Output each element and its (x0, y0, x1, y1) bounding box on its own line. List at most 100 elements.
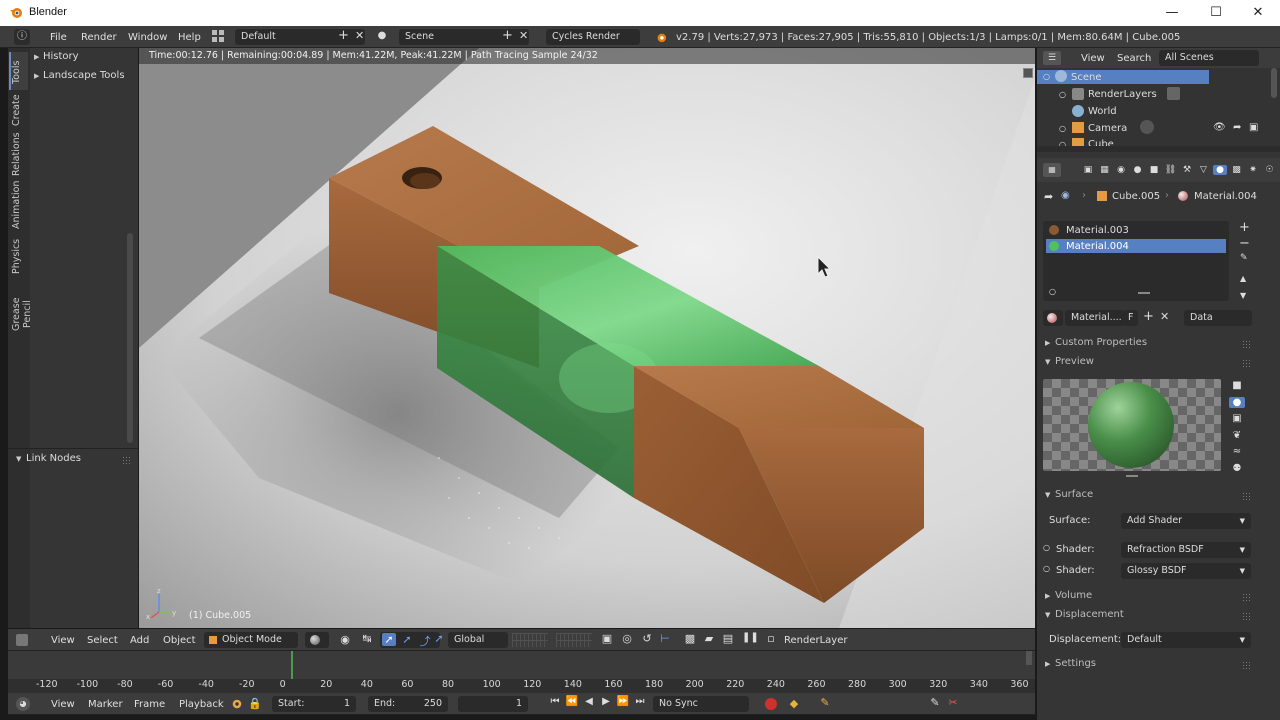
tab-modifiers-icon[interactable]: ⚒ (1180, 165, 1194, 175)
shader2-select[interactable]: Glossy BSDF ▼ (1121, 563, 1251, 579)
layer-buttons-a[interactable] (512, 633, 548, 647)
preview-monkey-icon[interactable]: ❦ (1229, 430, 1245, 441)
jump-end-icon[interactable]: ⏭ (633, 696, 647, 707)
settings-panel[interactable]: Settings (1055, 658, 1096, 669)
tab-material-icon[interactable]: ● (1213, 165, 1227, 175)
preview-sphere-icon[interactable]: ● (1229, 396, 1245, 408)
panel-grip-icon[interactable] (122, 456, 132, 464)
tab-constraints-icon[interactable]: ⛓ (1164, 165, 1178, 175)
breadcrumb-material[interactable]: Material.004 (1194, 191, 1257, 202)
remove-layout-icon[interactable]: ✕ (355, 30, 364, 42)
outliner-item-world[interactable]: World (1088, 106, 1117, 117)
add-scene-icon[interactable]: + (502, 29, 513, 42)
displacement-select[interactable]: Default ▼ (1121, 632, 1251, 648)
material-slot-003[interactable]: Material.003 (1066, 225, 1129, 236)
volume-grip-icon[interactable] (1242, 593, 1252, 601)
tab-world-icon[interactable]: ● (1131, 165, 1145, 175)
preview-panel[interactable]: Preview (1055, 356, 1094, 367)
add-slot-icon[interactable]: + (1239, 220, 1250, 235)
menu-help[interactable]: Help (178, 32, 201, 43)
timeline-menu-view[interactable]: View (51, 699, 75, 710)
menu-view[interactable]: View (51, 635, 75, 646)
landscape-expand-icon[interactable]: ▶ (34, 72, 39, 80)
pivot-icon[interactable]: ◉ (338, 633, 352, 646)
custom-props-expand-icon[interactable]: ▶ (1045, 339, 1050, 347)
tab-object-icon[interactable]: ■ (1147, 165, 1161, 175)
proportional-edit-icon[interactable]: ◎ (620, 632, 634, 645)
shading-select[interactable] (305, 632, 329, 648)
remove-slot-icon[interactable]: − (1239, 236, 1250, 251)
preview-expand-icon[interactable]: ▼ (1045, 358, 1050, 366)
displacement-panel[interactable]: Displacement (1055, 609, 1124, 620)
maximize-icon[interactable]: ☐ (1194, 0, 1238, 26)
camera-expand-icon[interactable]: ○ (1059, 124, 1066, 133)
start-frame-field[interactable]: Start: 1 (272, 696, 356, 712)
render-layer-label[interactable]: RenderLayer (784, 635, 847, 646)
preview-grip-icon[interactable] (1242, 359, 1252, 367)
slot-resize-handle[interactable] (1138, 292, 1150, 294)
slot-move-up-icon[interactable]: ▲ (1240, 274, 1246, 283)
menu-select[interactable]: Select (87, 635, 118, 646)
properties-editor-icon[interactable]: ▦ (1043, 163, 1061, 177)
mode-select[interactable]: Object Mode (204, 632, 298, 648)
preview-sphere-world-icon[interactable]: ⚉ (1229, 463, 1245, 474)
displacement-expand-icon[interactable]: ▼ (1045, 611, 1050, 619)
menu-file[interactable]: File (50, 32, 67, 43)
link-nodes-panel[interactable]: Link Nodes (26, 453, 81, 464)
viewport-3d[interactable]: Time:00:12.76 | Remaining:00:04.89 | Mem… (139, 48, 1035, 628)
keying-icon[interactable]: ✎ (818, 696, 832, 709)
breadcrumb-object[interactable]: Cube.005 (1112, 191, 1160, 202)
layer-buttons-b[interactable] (556, 633, 592, 647)
volume-expand-icon[interactable]: ▶ (1045, 592, 1050, 600)
keyframe-icon[interactable]: ◆ (788, 697, 800, 710)
timeline-editor-icon[interactable]: ◕ (16, 697, 30, 711)
remove-scene-icon[interactable]: ✕ (519, 30, 528, 42)
jump-start-icon[interactable]: ⏮ (548, 696, 562, 707)
unlink-material-icon[interactable]: ✕ (1160, 310, 1169, 323)
tool-shelf-scrollbar[interactable] (127, 233, 133, 443)
record-icon[interactable] (765, 698, 777, 710)
viewport-corner-icon[interactable] (1023, 68, 1033, 78)
end-frame-field[interactable]: End: 250 (368, 696, 448, 712)
tab-tools[interactable]: Tools (11, 56, 27, 88)
material-browse-icon[interactable] (1043, 310, 1063, 326)
play-reverse-icon[interactable]: ◀ (582, 696, 596, 707)
current-frame-field[interactable]: 1 (458, 696, 528, 712)
shader1-socket-icon[interactable]: ○ (1043, 543, 1050, 552)
menu-object[interactable]: Object (163, 635, 196, 646)
info-editor-icon[interactable]: ⓘ (14, 29, 30, 45)
minimize-icon[interactable]: — (1150, 0, 1194, 26)
snap-icon[interactable]: ↺ (640, 632, 654, 645)
layer-lock-icon[interactable]: ▣ (600, 632, 614, 645)
scale-icon[interactable]: ➚ (432, 632, 446, 645)
screen-layout-icon[interactable] (212, 30, 224, 42)
render-layer-icon[interactable]: ▫ (764, 632, 778, 645)
tab-create[interactable]: Create (11, 92, 27, 128)
scene-icon[interactable]: ● (375, 30, 389, 41)
outliner-scrollbar[interactable] (1271, 68, 1277, 98)
tab-animation[interactable]: Animation (11, 180, 27, 230)
translate-icon[interactable]: ➚ (382, 633, 396, 646)
material-name-field[interactable]: Material.... (1065, 310, 1125, 326)
timeline-menu-marker[interactable]: Marker (88, 699, 123, 710)
timeline-menu-playback[interactable]: Playback (179, 699, 224, 710)
material-slot-004[interactable]: Material.004 (1066, 241, 1129, 252)
fake-user-toggle[interactable]: F (1124, 310, 1138, 326)
surface-panel[interactable]: Surface (1055, 489, 1093, 500)
timeline-scroll-icon[interactable] (1026, 651, 1032, 665)
lock-icon[interactable]: 🔒 (248, 697, 262, 710)
delete-key-icon[interactable]: ✂ (946, 696, 960, 709)
outliner-item-camera[interactable]: Camera (1088, 123, 1127, 134)
preview-plane-icon[interactable]: ■ (1229, 380, 1245, 391)
current-frame-marker[interactable] (291, 651, 293, 679)
renderlayer-toggle-icon[interactable] (1167, 87, 1180, 100)
sync-select[interactable]: No Sync (653, 696, 749, 712)
snap-target-icon[interactable]: ⊢ (658, 632, 672, 645)
outliner-menu-view[interactable]: View (1081, 53, 1105, 64)
jump-keyframe-forward-icon[interactable]: ⏩ (616, 696, 630, 707)
play-icon[interactable]: ▶ (599, 696, 613, 707)
preview-hair-icon[interactable]: ≈ (1229, 446, 1245, 457)
add-layout-icon[interactable]: + (338, 29, 349, 42)
tab-physics[interactable]: Physics (11, 236, 27, 276)
new-material-icon[interactable]: + (1143, 309, 1154, 324)
